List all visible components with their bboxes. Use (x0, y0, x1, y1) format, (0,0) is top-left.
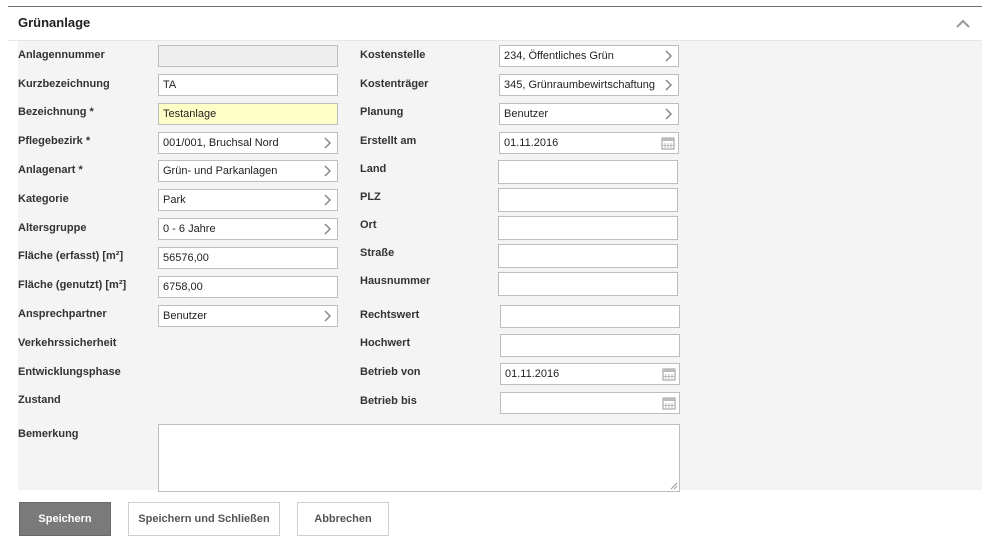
label-land: Land (360, 163, 387, 175)
planung-select[interactable]: Benutzer (499, 103, 679, 125)
flaeche-genutzt-field[interactable]: 6758,00 (158, 276, 338, 298)
calendar-icon[interactable] (662, 367, 676, 381)
altersgruppe-value: 0 - 6 Jahre (163, 223, 216, 235)
kurzbezeichnung-field[interactable]: TA (158, 74, 338, 96)
rechtswert-field[interactable] (500, 305, 680, 328)
save-button[interactable]: Speichern (19, 502, 111, 536)
ansprechpartner-select[interactable]: Benutzer (158, 305, 338, 327)
land-field[interactable] (498, 160, 678, 184)
label-bezeichnung: Bezeichnung * (18, 106, 94, 118)
pflegebezirk-value: 001/001, Bruchsal Nord (163, 137, 279, 149)
strasse-field[interactable] (498, 244, 678, 268)
chevron-right-icon (665, 108, 673, 120)
kategorie-value: Park (163, 194, 186, 206)
label-hochwert: Hochwert (360, 337, 411, 349)
label-strasse: Straße (360, 247, 395, 259)
chevron-right-icon (665, 79, 673, 91)
bezeichnung-field[interactable]: Testanlage (158, 103, 338, 125)
chevron-right-icon (324, 165, 332, 177)
label-kurzbezeichnung: Kurzbezeichnung (18, 78, 110, 90)
label-bemerkung: Bemerkung (18, 428, 79, 440)
label-anlagennummer: Anlagennummer (18, 49, 105, 61)
kostenstelle-value: 234, Öffentliches Grün (504, 50, 614, 62)
kostenstelle-select[interactable]: 234, Öffentliches Grün (499, 45, 679, 67)
betrieb-von-value: 01.11.2016 (505, 368, 560, 380)
flaeche-erfasst-field[interactable]: 56576,00 (158, 247, 338, 269)
label-betrieb-von: Betrieb von (360, 366, 421, 378)
anlagenart-value: Grün- und Parkanlagen (163, 165, 278, 177)
calendar-icon[interactable] (661, 136, 675, 150)
label-kostentraeger: Kostenträger (360, 78, 429, 90)
hausnummer-field[interactable] (498, 272, 678, 296)
altersgruppe-select[interactable]: 0 - 6 Jahre (158, 218, 338, 240)
hochwert-field[interactable] (500, 334, 680, 357)
label-kategorie: Kategorie (18, 193, 69, 205)
chevron-right-icon (665, 50, 673, 62)
pflegebezirk-select[interactable]: 001/001, Bruchsal Nord (158, 132, 338, 154)
label-pflegebezirk: Pflegebezirk * (18, 135, 91, 147)
chevron-right-icon (324, 194, 332, 206)
erstellt-am-date[interactable]: 01.11.2016 (499, 132, 679, 154)
label-entwicklungsphase: Entwicklungsphase (18, 366, 121, 378)
label-betrieb-bis: Betrieb bis (360, 395, 417, 407)
anlagennummer-field (158, 45, 338, 67)
resize-handle-icon[interactable] (670, 482, 678, 490)
label-verkehrssicherheit: Verkehrssicherheit (18, 337, 117, 349)
chevron-right-icon (324, 223, 332, 235)
label-rechtswert: Rechtswert (360, 309, 420, 321)
chevron-up-icon[interactable] (955, 16, 971, 32)
flaeche-genutzt-value: 6758,00 (163, 281, 203, 293)
label-anlagenart: Anlagenart * (18, 164, 83, 176)
ort-field[interactable] (498, 216, 678, 240)
label-ansprechpartner: Ansprechpartner (18, 308, 107, 320)
planung-value: Benutzer (504, 108, 549, 120)
anlagenart-select[interactable]: Grün- und Parkanlagen (158, 160, 338, 182)
kostentraeger-select[interactable]: 345, Grünraumbewirtschaftung (499, 74, 679, 96)
bemerkung-textarea[interactable] (158, 424, 680, 492)
chevron-right-icon (324, 310, 332, 322)
label-zustand: Zustand (18, 394, 61, 406)
calendar-icon[interactable] (662, 396, 676, 410)
erstellt-am-value: 01.11.2016 (504, 137, 559, 149)
label-hausnummer: Hausnummer (360, 275, 431, 287)
kategorie-select[interactable]: Park (158, 189, 338, 211)
section-title: Grünanlage (18, 15, 91, 30)
betrieb-von-date[interactable]: 01.11.2016 (500, 363, 680, 385)
save-and-close-button[interactable]: Speichern und Schließen (128, 502, 280, 536)
kostentraeger-value: 345, Grünraumbewirtschaftung (504, 79, 656, 91)
label-kostenstelle: Kostenstelle (360, 49, 426, 61)
label-flaeche-erfasst: Fläche (erfasst) [m²] (18, 250, 124, 262)
label-ort: Ort (360, 219, 377, 231)
cancel-button[interactable]: Abbrechen (297, 502, 389, 536)
plz-field[interactable] (498, 188, 678, 212)
bezeichnung-value: Testanlage (163, 108, 217, 120)
chevron-right-icon (324, 137, 332, 149)
label-altersgruppe: Altersgruppe (18, 222, 87, 234)
betrieb-bis-date[interactable] (500, 392, 680, 414)
label-planung: Planung (360, 106, 404, 118)
label-erstellt-am: Erstellt am (360, 135, 417, 147)
section-header: Grünanlage (8, 7, 982, 41)
kurzbezeichnung-value: TA (163, 79, 177, 91)
label-plz: PLZ (360, 191, 381, 203)
ansprechpartner-value: Benutzer (163, 310, 208, 322)
label-flaeche-genutzt: Fläche (genutzt) [m²] (18, 279, 127, 291)
flaeche-erfasst-value: 56576,00 (163, 252, 209, 264)
